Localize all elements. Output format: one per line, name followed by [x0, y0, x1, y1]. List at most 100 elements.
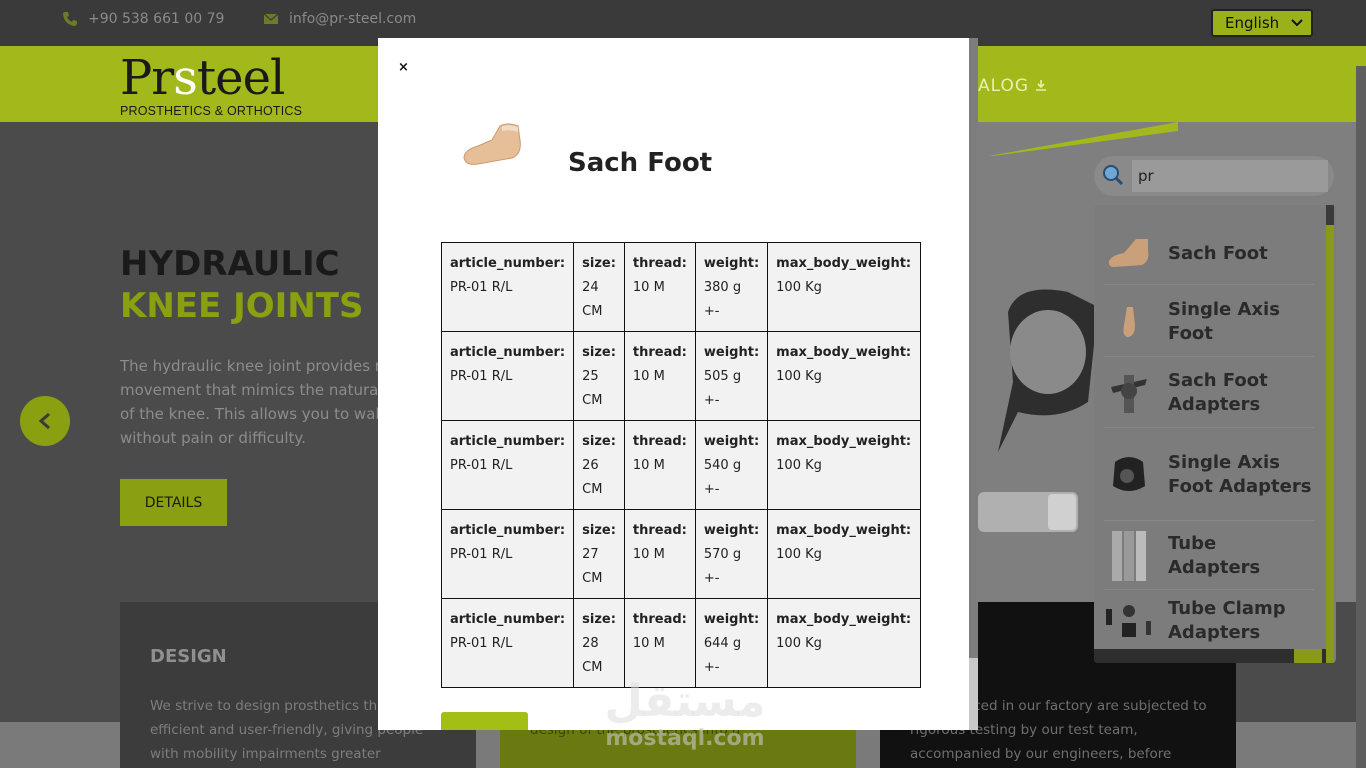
spec-cell-header: weight:: [703, 434, 760, 449]
spec-cell-header: size:: [582, 523, 616, 538]
spec-cell-header: size:: [582, 345, 616, 360]
spec-cell-header: thread:: [632, 256, 687, 271]
search-result-item[interactable]: Tube Adapters: [1104, 522, 1314, 590]
spec-row: article_number: PR-01 R/L size: 24 CM thread…: [440, 242, 922, 332]
spec-cell-value: 100 Kg: [776, 636, 822, 651]
spec-cell: weight: 540 g +-: [694, 420, 769, 510]
spec-cell: size: 27 CM: [573, 509, 625, 599]
spec-cell-header: max_body_weight:: [776, 434, 912, 449]
spec-cell-value: 100 Kg: [776, 547, 822, 562]
foot-icon: [1104, 229, 1154, 279]
search-results: Sach Foot Single Axis Foot Sach Foot Ada…: [1094, 205, 1336, 663]
details-button[interactable]: DETAILS: [120, 479, 227, 526]
spec-cell-value: 25 CM: [582, 369, 603, 408]
foot-small-icon: [1104, 297, 1154, 347]
axis-adapter-icon: [1104, 450, 1154, 500]
spec-cell: thread: 10 M: [623, 420, 696, 510]
spec-cell-header: max_body_weight:: [776, 256, 912, 271]
close-icon[interactable]: ×: [398, 60, 409, 75]
spec-row: article_number: PR-01 R/L size: 28 CM thread…: [440, 598, 922, 688]
spec-cell-header: thread:: [632, 434, 687, 449]
slider-prev-button[interactable]: [20, 396, 70, 446]
spec-cell-value: PR-01 R/L: [450, 636, 513, 651]
search-result-item[interactable]: Single Axis Foot: [1104, 287, 1314, 357]
spec-cell-value: 570 g +-: [703, 547, 742, 586]
search-box: [1094, 156, 1334, 196]
spec-table: article_number: PR-01 R/L size: 24 CM thread…: [440, 242, 922, 688]
spec-cell-header: weight:: [703, 256, 760, 271]
email-contact[interactable]: info@pr-steel.com: [263, 11, 416, 27]
search-result-item[interactable]: Sach Foot: [1104, 223, 1314, 285]
spec-cell: size: 28 CM: [573, 598, 625, 688]
hero-title-line2: KNEE JOINTS: [120, 286, 364, 326]
hero-title-line1: HYDRAULIC: [120, 244, 340, 284]
spec-cell-header: thread:: [632, 612, 687, 627]
page-scrollbar[interactable]: [1356, 66, 1366, 768]
spec-cell-value: 10 M: [632, 636, 665, 651]
spec-cell-header: max_body_weight:: [776, 612, 912, 627]
search-input[interactable]: [1132, 160, 1328, 192]
spec-cell-value: 644 g +-: [703, 636, 742, 675]
spec-cell-header: thread:: [632, 345, 687, 360]
spec-cell: article_number: PR-01 R/L: [440, 242, 575, 332]
clamp-icon: [1104, 596, 1154, 646]
spec-cell: thread: 10 M: [623, 598, 696, 688]
product-title: Sach Foot: [568, 148, 713, 178]
spec-cell-value: 540 g +-: [703, 458, 742, 497]
modal-action-button[interactable]: [441, 712, 528, 730]
spec-row: article_number: PR-01 R/L size: 25 CM thread…: [440, 331, 922, 421]
spec-cell-header: size:: [582, 612, 616, 627]
spec-cell-value: 100 Kg: [776, 369, 822, 384]
spec-cell: article_number: PR-01 R/L: [440, 509, 575, 599]
phone-icon: [63, 12, 77, 26]
spec-cell-header: article_number:: [450, 612, 566, 627]
spec-cell-header: size:: [582, 434, 616, 449]
search-icon[interactable]: [1102, 164, 1124, 191]
phone-number: +90 538 661 00 79: [88, 11, 225, 27]
spec-cell-header: max_body_weight:: [776, 523, 912, 538]
phone-contact[interactable]: +90 538 661 00 79: [62, 11, 224, 27]
spec-cell-header: thread:: [632, 523, 687, 538]
spec-cell-header: article_number:: [450, 434, 566, 449]
chevron-left-icon: [38, 412, 50, 430]
spec-cell-value: 505 g +-: [703, 369, 742, 408]
spec-cell: max_body_weight: 100 Kg: [767, 331, 922, 421]
spec-cell-value: 10 M: [632, 369, 665, 384]
modal-scrollbar[interactable]: [969, 38, 978, 730]
email-address: info@pr-steel.com: [289, 11, 417, 27]
spec-cell-value: PR-01 R/L: [450, 458, 513, 473]
spec-cell-value: 10 M: [632, 458, 665, 473]
language-label: English: [1225, 14, 1280, 32]
spec-cell: max_body_weight: 100 Kg: [767, 598, 922, 688]
spec-cell-header: max_body_weight:: [776, 345, 912, 360]
spec-cell: thread: 10 M: [623, 331, 696, 421]
spec-cell-header: weight:: [703, 523, 760, 538]
spec-cell: max_body_weight: 100 Kg: [767, 420, 922, 510]
spec-cell-value: 10 M: [632, 280, 665, 295]
logo-wordmark: Prsteel: [120, 50, 285, 106]
spec-cell: article_number: PR-01 R/L: [440, 331, 575, 421]
search-result-item[interactable]: Single Axis Foot Adapters: [1104, 429, 1314, 521]
spec-cell-header: size:: [582, 256, 616, 271]
spec-cell: weight: 570 g +-: [694, 509, 769, 599]
spec-cell: thread: 10 M: [623, 242, 696, 332]
spec-cell: max_body_weight: 100 Kg: [767, 242, 922, 332]
spec-cell: weight: 380 g +-: [694, 242, 769, 332]
spec-cell-value: 380 g +-: [703, 280, 742, 319]
language-select[interactable]: English: [1211, 9, 1313, 37]
spec-cell: article_number: PR-01 R/L: [440, 598, 575, 688]
logo[interactable]: Prsteel PROSTHETICS & ORTHOTICS: [120, 52, 302, 118]
spec-cell-value: PR-01 R/L: [450, 547, 513, 562]
results-horizontal-scrollbar[interactable]: [1094, 649, 1326, 663]
hero-description: The hydraulic knee joint provides n move…: [120, 357, 378, 447]
search-result-item[interactable]: Sach Foot Adapters: [1104, 358, 1314, 428]
spec-cell: article_number: PR-01 R/L: [440, 420, 575, 510]
spec-cell-value: 10 M: [632, 547, 665, 562]
nav-catalog[interactable]: ALOG: [978, 76, 1047, 96]
spec-cell: size: 25 CM: [573, 331, 625, 421]
adapter-icon: [1104, 368, 1154, 418]
search-result-item[interactable]: Tube Clamp Adapters: [1104, 593, 1314, 649]
spec-cell-value: PR-01 R/L: [450, 369, 513, 384]
spec-cell-value: 27 CM: [582, 547, 603, 586]
results-scrollbar[interactable]: [1326, 205, 1334, 663]
